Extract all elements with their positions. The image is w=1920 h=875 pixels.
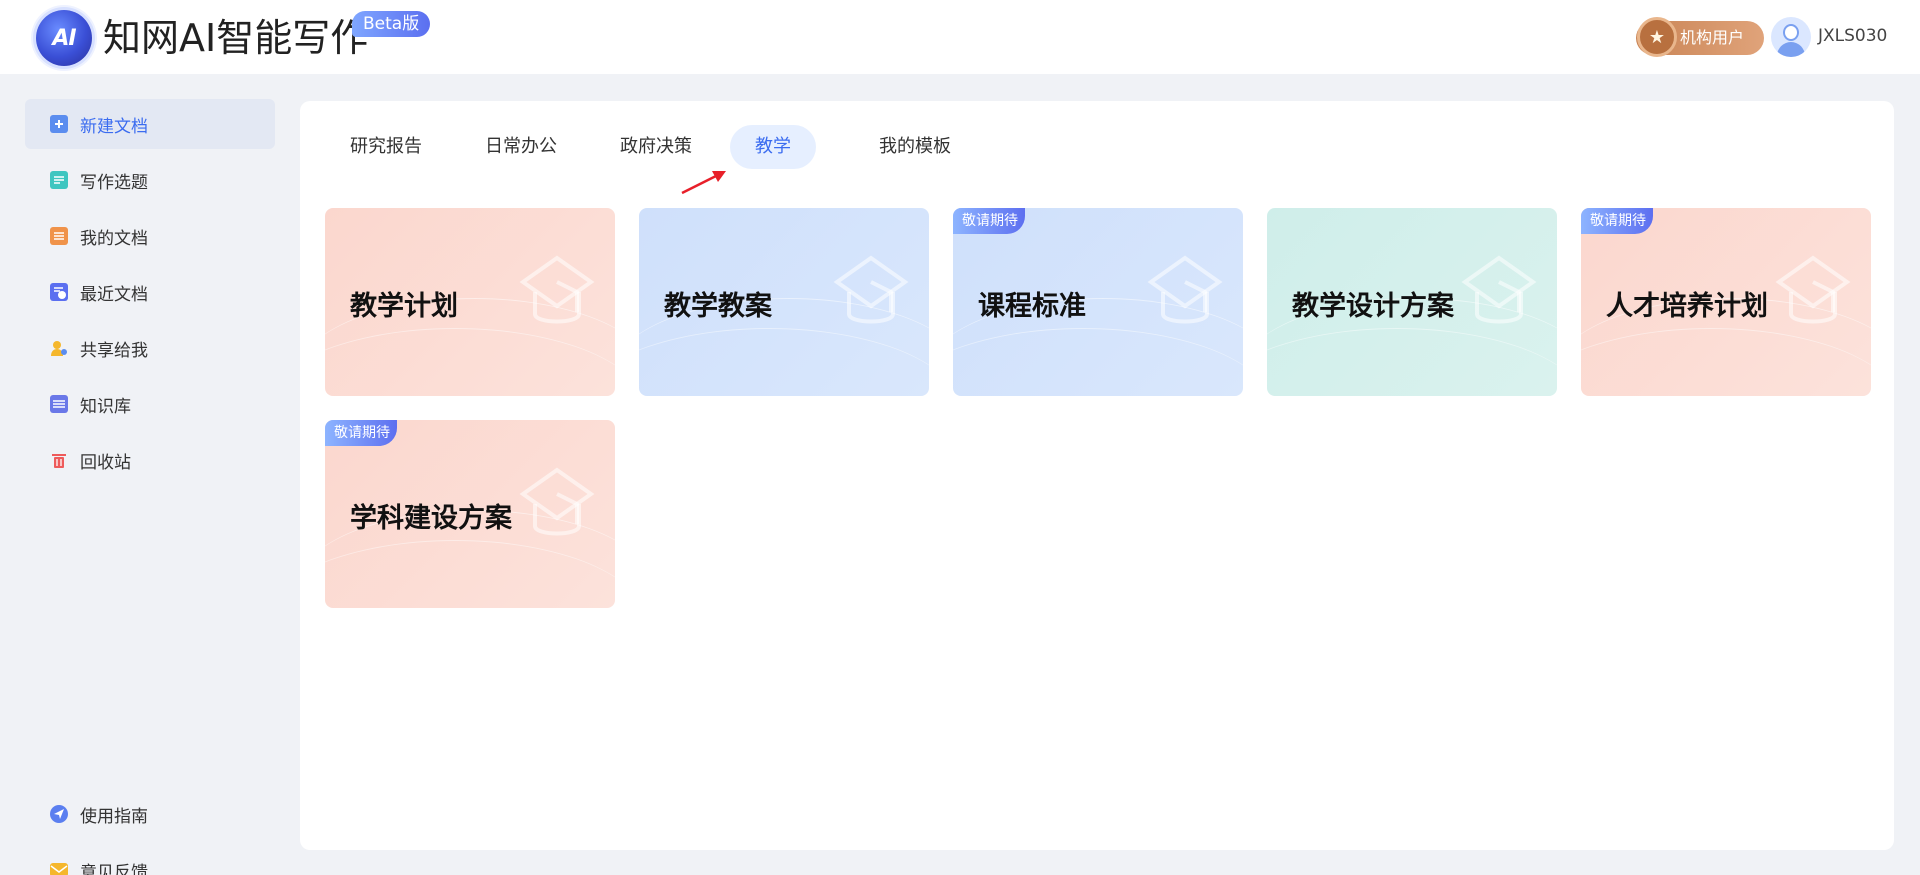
card-title: 课程标准: [978, 291, 1086, 322]
recent-doc-icon: [50, 283, 68, 301]
app-title: 知网AI智能写作: [103, 16, 369, 60]
template-card[interactable]: 敬请期待 课程标准: [953, 208, 1243, 396]
mail-icon: [50, 863, 68, 875]
sidebar: 新建文档 写作选题 我的文档 最近文档 共享给我 知识库 回收站 使用指南 意见…: [0, 74, 300, 875]
sidebar-item-label: 写作选题: [80, 172, 148, 193]
share-icon: [50, 339, 68, 357]
sidebar-item-label: 新建文档: [80, 116, 148, 137]
sidebar-item-shared[interactable]: 共享给我: [25, 323, 275, 373]
sidebar-item-label: 我的文档: [80, 228, 148, 249]
graduation-cap-icon: [1461, 255, 1537, 324]
beta-badge: Beta版: [352, 11, 431, 37]
logo-text: AI: [52, 25, 76, 51]
sidebar-item-guide[interactable]: 使用指南: [25, 789, 275, 839]
coming-soon-badge: 敬请期待: [1581, 208, 1653, 234]
knowledge-icon: [50, 395, 68, 413]
coming-soon-badge: 敬请期待: [325, 420, 397, 446]
sidebar-item-knowledge[interactable]: 知识库: [25, 379, 275, 429]
username[interactable]: JXLS030: [1818, 26, 1887, 46]
template-card[interactable]: 教学教案: [639, 208, 929, 396]
card-title: 教学计划: [350, 291, 458, 322]
tab-daily-office[interactable]: 日常办公: [460, 125, 582, 169]
sidebar-item-feedback[interactable]: 意见反馈: [25, 845, 275, 875]
template-card[interactable]: 教学设计方案: [1267, 208, 1557, 396]
tab-research-report[interactable]: 研究报告: [325, 125, 447, 169]
sidebar-item-my-docs[interactable]: 我的文档: [25, 211, 275, 261]
template-card[interactable]: 教学计划: [325, 208, 615, 396]
sidebar-item-recent-docs[interactable]: 最近文档: [25, 267, 275, 317]
trash-icon: [50, 451, 68, 469]
new-doc-icon: [50, 115, 68, 133]
card-title: 教学教案: [664, 291, 772, 322]
graduation-cap-icon: [1775, 255, 1851, 324]
tab-teaching[interactable]: 教学: [730, 125, 816, 169]
guide-icon: [50, 805, 68, 823]
sidebar-item-trash[interactable]: 回收站: [25, 435, 275, 485]
sidebar-item-label: 使用指南: [80, 806, 148, 827]
coming-soon-badge: 敬请期待: [953, 208, 1025, 234]
avatar[interactable]: [1771, 17, 1811, 57]
sidebar-item-label: 知识库: [80, 396, 131, 417]
template-card[interactable]: 敬请期待 学科建设方案: [325, 420, 615, 608]
card-title: 教学设计方案: [1292, 291, 1454, 322]
tab-my-templates[interactable]: 我的模板: [854, 125, 976, 169]
sidebar-item-new-doc[interactable]: 新建文档: [25, 99, 275, 149]
my-doc-icon: [50, 227, 68, 245]
app-logo-icon[interactable]: AI: [36, 10, 92, 66]
main-panel: 研究报告 日常办公 政府决策 教学 我的模板 教学计划 教学教案 敬请期待 课程…: [300, 101, 1894, 850]
medal-icon: ★: [1637, 17, 1677, 57]
card-title: 学科建设方案: [350, 503, 512, 534]
top-header: AI 知网AI智能写作 Beta版 机构用户 ★ JXLS030: [0, 0, 1920, 74]
topic-icon: [50, 171, 68, 189]
template-card[interactable]: 敬请期待 人才培养计划: [1581, 208, 1871, 396]
sidebar-item-label: 回收站: [80, 452, 131, 473]
red-arrow-annotation: [681, 171, 726, 195]
sidebar-item-topic[interactable]: 写作选题: [25, 155, 275, 205]
sidebar-item-label: 共享给我: [80, 340, 148, 361]
graduation-cap-icon: [519, 467, 595, 536]
sidebar-item-label: 意见反馈: [80, 862, 148, 875]
sidebar-item-label: 最近文档: [80, 284, 148, 305]
tab-government[interactable]: 政府决策: [595, 125, 717, 169]
graduation-cap-icon: [1147, 255, 1223, 324]
graduation-cap-icon: [519, 255, 595, 324]
card-title: 人才培养计划: [1606, 291, 1768, 322]
graduation-cap-icon: [833, 255, 909, 324]
